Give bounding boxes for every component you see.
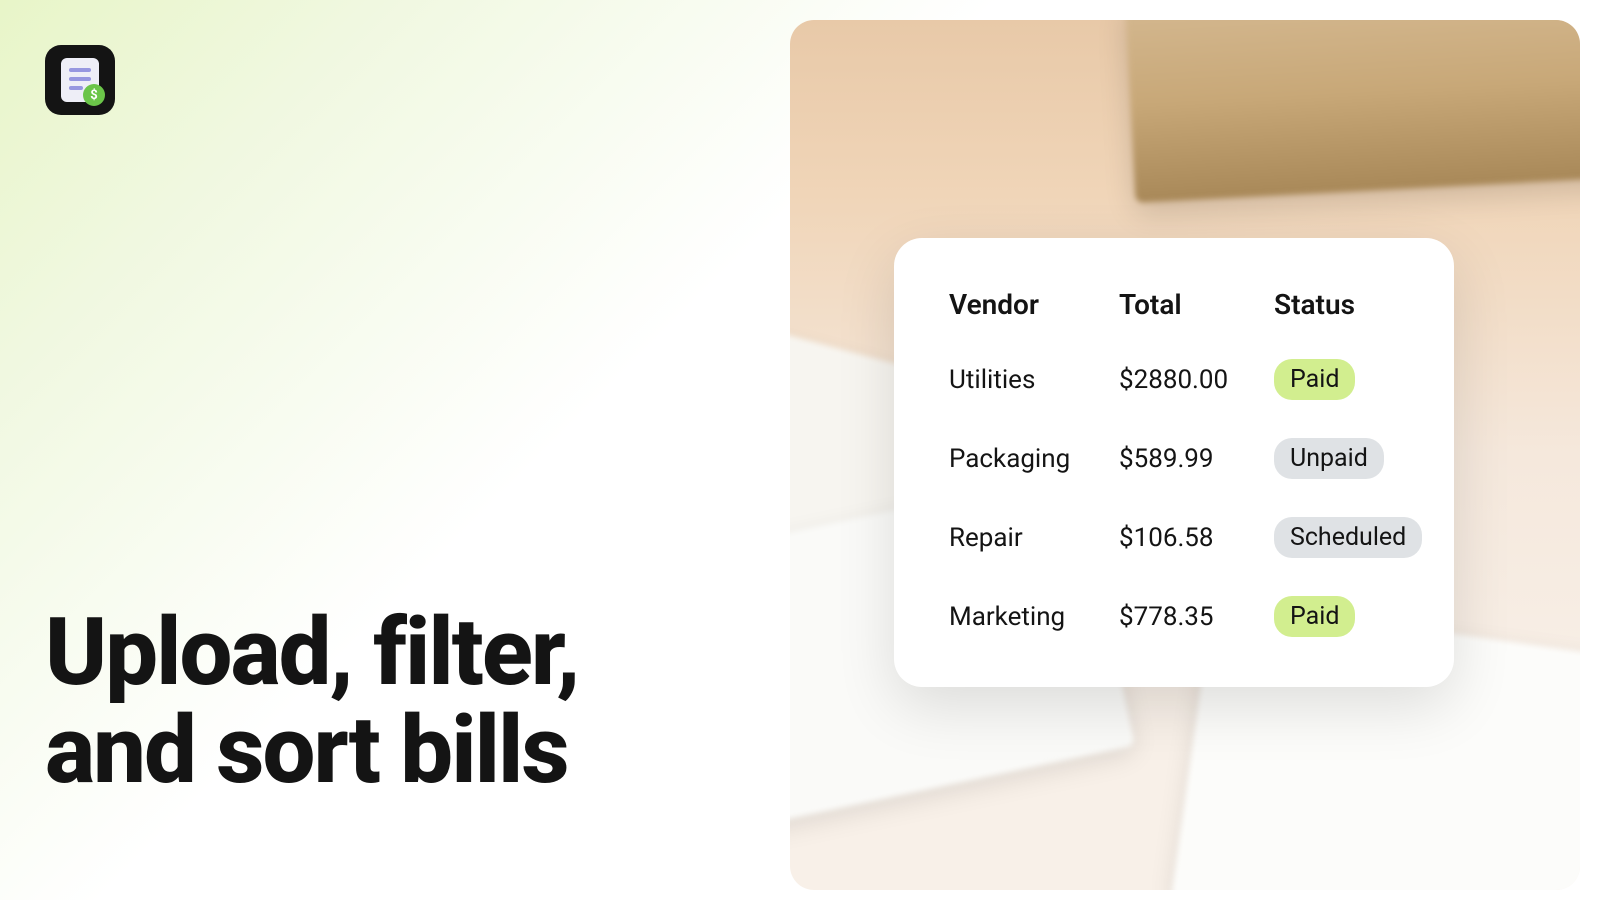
- header-vendor: Vendor: [949, 288, 1119, 321]
- vendor-cell: Repair: [949, 523, 1119, 553]
- table-row: Marketing $778.35 Paid: [949, 596, 1399, 637]
- total-cell: $778.35: [1119, 602, 1274, 632]
- table-header-row: Vendor Total Status: [949, 288, 1399, 321]
- dollar-badge-icon: $: [83, 84, 105, 106]
- table-row: Utilities $2880.00 Paid: [949, 359, 1399, 400]
- status-badge: Scheduled: [1274, 517, 1422, 558]
- status-badge: Paid: [1274, 596, 1355, 637]
- total-cell: $2880.00: [1119, 365, 1274, 395]
- table-row: Repair $106.58 Scheduled: [949, 517, 1399, 558]
- table-row: Packaging $589.99 Unpaid: [949, 438, 1399, 479]
- app-logo: $: [45, 45, 115, 115]
- status-badge: Unpaid: [1274, 438, 1384, 479]
- heading-line-1: Upload, filter,: [45, 603, 579, 702]
- header-status: Status: [1274, 288, 1399, 321]
- hero-image-panel: Vendor Total Status Utilities $2880.00 P…: [790, 20, 1580, 890]
- page-title: Upload, filter, and sort bills: [45, 603, 579, 800]
- bills-table-card: Vendor Total Status Utilities $2880.00 P…: [894, 238, 1454, 687]
- vendor-cell: Marketing: [949, 602, 1119, 632]
- heading-line-2: and sort bills: [45, 701, 579, 800]
- total-cell: $106.58: [1119, 523, 1274, 553]
- vendor-cell: Packaging: [949, 444, 1119, 474]
- vendor-cell: Utilities: [949, 365, 1119, 395]
- status-badge: Paid: [1274, 359, 1355, 400]
- header-total: Total: [1119, 288, 1274, 321]
- total-cell: $589.99: [1119, 444, 1274, 474]
